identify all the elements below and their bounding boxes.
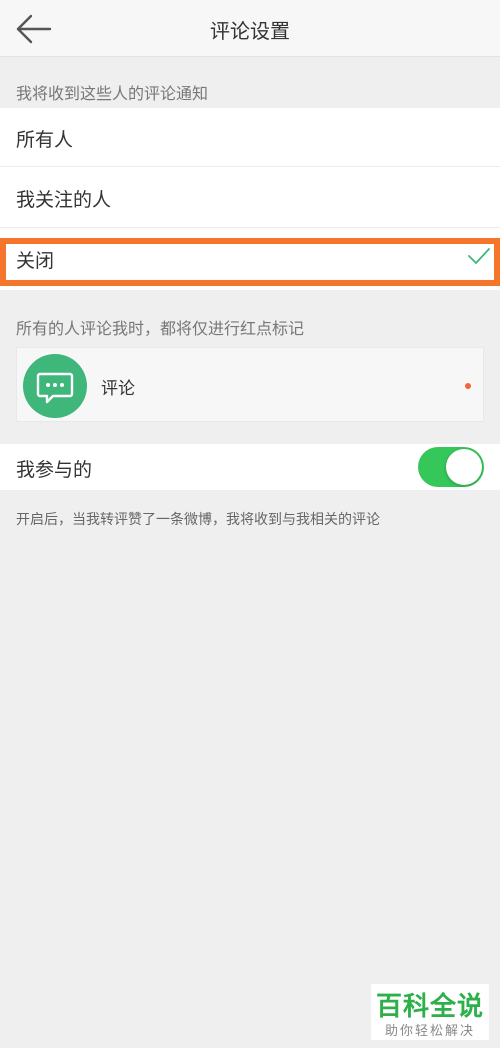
participate-label: 我参与的 (16, 459, 93, 481)
checkmark-icon (468, 248, 490, 264)
comment-card-label: 评论 (101, 379, 135, 399)
watermark-title: 百科全说 (375, 992, 484, 1022)
comment-card: 评论 (16, 347, 484, 422)
option-off[interactable]: 关闭 (0, 228, 500, 290)
option-off-label: 关闭 (16, 250, 55, 272)
watermark-logo: 百科全说 助你轻松解决 (371, 984, 489, 1040)
comment-icon-circle (23, 354, 87, 418)
participate-footnote: 开启后，当我转评赞了一条微博，我将收到与我相关的评论 (16, 512, 380, 528)
option-following-label: 我关注的人 (16, 189, 112, 211)
red-dot-badge (465, 383, 471, 389)
nav-header: 评论设置 (0, 0, 500, 57)
toggle-knob (446, 449, 482, 485)
page-title: 评论设置 (210, 19, 290, 43)
watermark-subtitle: 助你轻松解决 (384, 1024, 475, 1039)
option-following[interactable]: 我关注的人 (0, 167, 500, 227)
option-all-label: 所有人 (16, 129, 74, 151)
comment-bubble-icon (36, 372, 74, 404)
option-all[interactable]: 所有人 (0, 108, 500, 166)
notify-section-label: 我将收到这些人的评论通知 (16, 84, 209, 103)
participate-toggle[interactable] (418, 447, 484, 487)
redpoint-section-label: 所有的人评论我时，都将仅进行红点标记 (16, 319, 305, 338)
